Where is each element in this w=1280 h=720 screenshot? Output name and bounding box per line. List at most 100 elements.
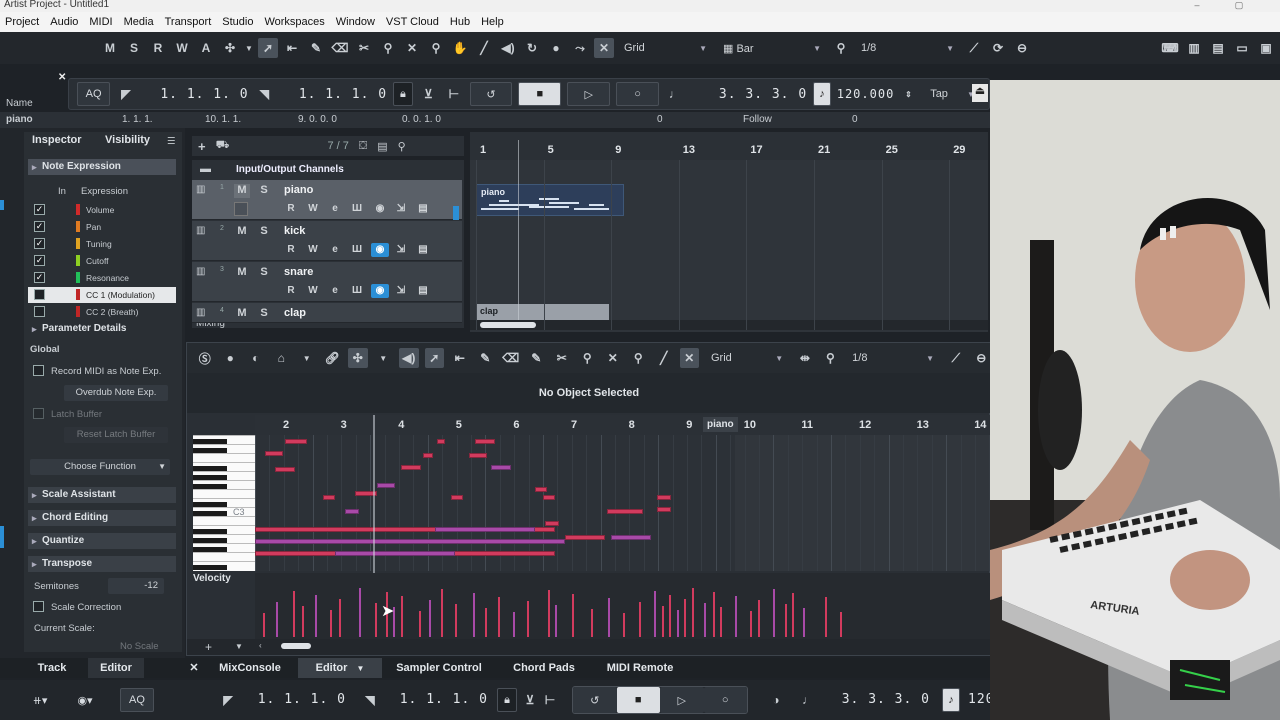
expression-checkbox[interactable]	[34, 306, 45, 317]
expression-checkbox[interactable]: ✓	[34, 272, 45, 283]
velocity-bar[interactable]	[498, 597, 500, 637]
tab-inspector[interactable]: Inspector	[32, 134, 82, 146]
velocity-bar[interactable]	[757, 600, 760, 637]
midi-note[interactable]	[401, 465, 421, 470]
velocity-bar[interactable]	[484, 608, 487, 637]
bottom-right-locator-icon[interactable]: ◥	[360, 690, 380, 710]
layout-rack-icon[interactable]: ▣	[1256, 38, 1276, 58]
velocity-bar[interactable]	[375, 603, 377, 637]
section-quantize[interactable]: Quantize	[28, 533, 176, 549]
bottom-cycle-button[interactable]: ↺	[573, 687, 617, 713]
iterative-icon[interactable]: ⊖	[1012, 38, 1032, 58]
lock-icon[interactable]: 🔒︎	[393, 82, 413, 106]
arrange-hscroll[interactable]	[470, 320, 988, 330]
section-note-expression[interactable]: Note Expression	[28, 159, 176, 175]
quantize-settings-icon[interactable]: ⟳	[988, 38, 1008, 58]
track-mixer-icon[interactable]: Ш	[348, 284, 366, 298]
track-lanes-icon[interactable]: ▤	[414, 284, 432, 298]
layout-left-icon[interactable]: ▥	[1184, 38, 1204, 58]
velocity-bar[interactable]	[802, 608, 805, 637]
velocity-bar[interactable]	[400, 596, 403, 637]
velocity-bar[interactable]	[607, 598, 610, 637]
tab-visibility[interactable]: Visibility	[105, 134, 150, 146]
object-selection-tool-icon[interactable]: ➚	[258, 38, 278, 58]
expression-checkbox[interactable]	[34, 289, 45, 300]
velocity-bar[interactable]	[676, 610, 679, 637]
expression-checkbox[interactable]: ✓	[34, 255, 45, 266]
midi-note[interactable]	[475, 439, 495, 444]
menu-hub[interactable]: Hub	[450, 16, 470, 28]
editor-dropdown-icon[interactable]: ▼	[297, 348, 317, 368]
bottom-record-button[interactable]: ○	[703, 687, 747, 713]
bottom-left-locator-icon[interactable]: ◤	[218, 690, 238, 710]
velocity-bar[interactable]	[276, 602, 278, 637]
midi-note[interactable]	[491, 465, 511, 470]
editor-link-icon[interactable]: 🔗︎	[323, 348, 343, 368]
editor-mute-icon[interactable]: ✕	[603, 348, 623, 368]
track-visibility-icon[interactable]: ⛋	[359, 140, 367, 153]
track-read-button[interactable]: R	[282, 284, 300, 298]
menu-studio[interactable]: Studio	[222, 16, 253, 28]
punch-out-icon[interactable]: ⊢	[444, 84, 463, 104]
levels-icon[interactable]: ⧺▾	[22, 688, 58, 712]
clap-part[interactable]: clap	[476, 304, 609, 320]
velocity-bar[interactable]	[825, 597, 827, 637]
track-name[interactable]: clap	[284, 307, 306, 319]
midi-note[interactable]	[437, 439, 445, 444]
track-mixer-icon[interactable]: Ш	[348, 243, 366, 257]
velocity-bar[interactable]	[639, 602, 641, 637]
velocity-bar[interactable]	[555, 605, 557, 637]
play-button[interactable]: ▷	[567, 82, 611, 106]
play-tool-icon[interactable]: ◀)	[498, 38, 518, 58]
range-tool-icon[interactable]: ⇤	[282, 38, 302, 58]
velocity-bar[interactable]	[292, 591, 295, 637]
menu-window[interactable]: Window	[336, 16, 375, 28]
menu-transport[interactable]: Transport	[165, 16, 212, 28]
zoom-tool-icon[interactable]: ⚲	[426, 38, 446, 58]
speaker-icon[interactable]: ◉▾	[68, 688, 102, 712]
tempo-field[interactable]: 120.000	[837, 87, 894, 101]
track-monitor-icon[interactable]: ◉	[371, 284, 389, 298]
track-write-button[interactable]: W	[304, 284, 322, 298]
menu-media[interactable]: Media	[124, 16, 154, 28]
track-mute-button[interactable]: M	[234, 225, 250, 239]
quantize-apply-icon[interactable]: ⟋	[964, 38, 984, 58]
bottom-lock-icon[interactable]: 🔒︎	[497, 688, 517, 712]
editor-iterative-icon[interactable]: ⊖	[972, 348, 992, 368]
color-tool-icon[interactable]: ↻	[522, 38, 542, 58]
scale-correction-checkbox[interactable]	[33, 601, 44, 612]
automation-mode-button[interactable]: A	[196, 38, 216, 58]
tempo-stepper-icon[interactable]: ⇕	[899, 84, 918, 104]
editor-quantize-apply-icon[interactable]: ⟋	[946, 348, 966, 368]
velocity-bar[interactable]	[654, 591, 656, 637]
track-write-button[interactable]: W	[304, 243, 322, 257]
choose-function-select[interactable]: Choose Function ▼	[30, 459, 170, 475]
velocity-bar[interactable]	[661, 606, 664, 637]
record-button[interactable]: ○	[616, 82, 659, 106]
track-solo-button[interactable]: S	[256, 266, 272, 280]
track-name[interactable]: kick	[284, 225, 305, 237]
editor-quantize-icon[interactable]: ⚲	[821, 348, 841, 368]
layout-bottom-icon[interactable]: ▭	[1232, 38, 1252, 58]
layout-keyboard-icon[interactable]: ⌨	[1160, 38, 1180, 58]
metronome-toggle-icon[interactable]: ⏏	[972, 84, 988, 102]
midi-note[interactable]	[435, 527, 535, 532]
track-record-enable-icon[interactable]: ⇲	[392, 202, 410, 216]
bottom-right-locator[interactable]: 1. 1. 1. 0	[392, 692, 488, 707]
velocity-bar[interactable]	[358, 588, 361, 637]
midi-note[interactable]	[565, 535, 605, 540]
track-write-button[interactable]: W	[304, 202, 322, 216]
track-read-button[interactable]: R	[282, 202, 300, 216]
note-expression-row[interactable]: ✓ Volume	[28, 202, 176, 218]
note-expression-row[interactable]: CC 1 (Modulation)	[28, 287, 176, 303]
editor-move-icon[interactable]: ✣	[348, 348, 368, 368]
midi-note[interactable]	[275, 467, 295, 472]
maximize-icon[interactable]: ▢	[1232, 0, 1246, 10]
midi-note[interactable]	[345, 509, 359, 514]
track-edit-icon[interactable]: e	[326, 284, 344, 298]
velocity-bar[interactable]	[547, 590, 550, 637]
overdub-button[interactable]: Overdub Note Exp.	[64, 385, 168, 401]
add-lane-icon[interactable]: +	[205, 640, 212, 654]
glue-tool-icon[interactable]: ⚲	[378, 38, 398, 58]
editor-scroll-thumb[interactable]	[281, 643, 311, 649]
